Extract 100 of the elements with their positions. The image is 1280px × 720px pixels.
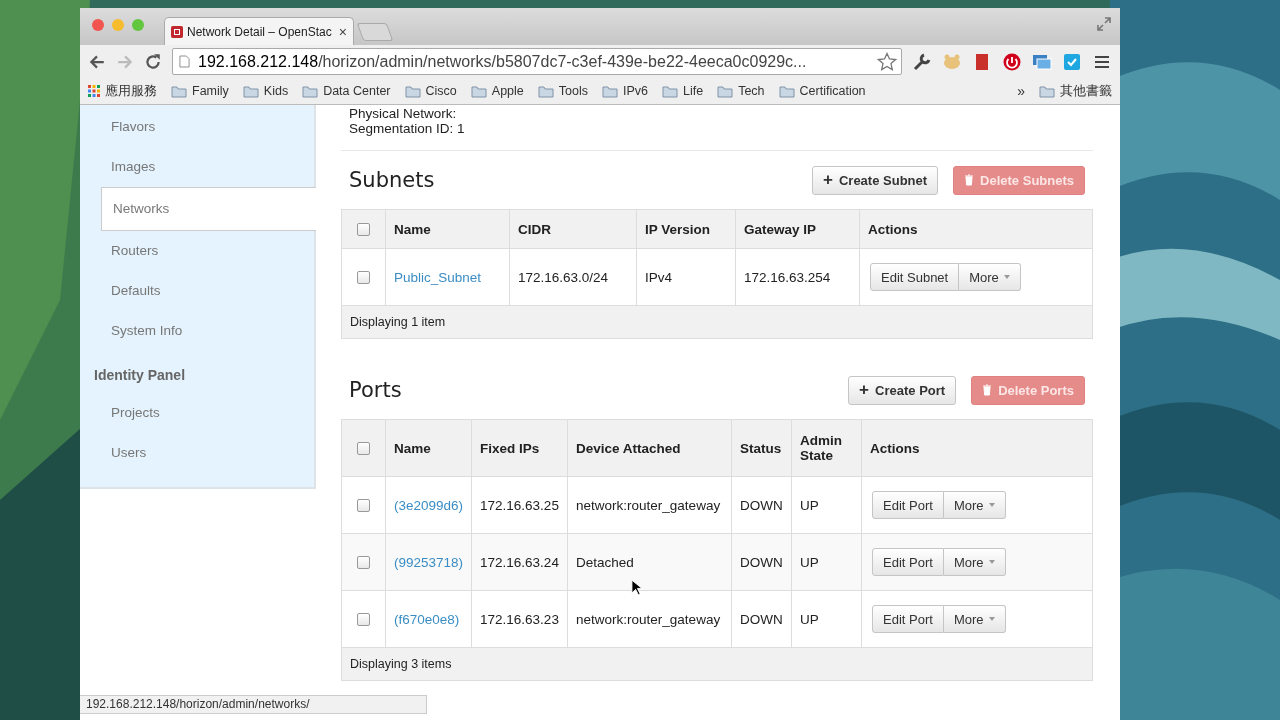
folder-icon bbox=[242, 84, 259, 98]
bookmark-label: Tools bbox=[558, 84, 588, 98]
name-link[interactable]: (f670e0e8) bbox=[394, 611, 460, 627]
bookmark-label: Cisco bbox=[425, 84, 457, 98]
table-cell: 172.16.63.24 bbox=[480, 554, 559, 570]
sidebar-item[interactable]: Images bbox=[80, 147, 314, 187]
sidebar-item[interactable]: Flavors bbox=[80, 107, 314, 147]
edit-button[interactable]: Edit Port bbox=[872, 605, 944, 633]
bookmark-label: Family bbox=[192, 84, 229, 98]
more-button[interactable]: More bbox=[943, 548, 1006, 576]
caret-icon bbox=[1003, 275, 1010, 279]
sidebar-item[interactable]: Routers bbox=[80, 231, 314, 271]
create-button[interactable]: + Create Port bbox=[848, 375, 957, 405]
name-link[interactable]: (3e2099d6) bbox=[394, 497, 464, 513]
table-footer-text: Displaying 3 items bbox=[350, 657, 452, 671]
edit-button[interactable]: Edit Subnet bbox=[870, 263, 960, 291]
bookmark-folder[interactable]: Data Center bbox=[302, 84, 391, 98]
status-bar: 192.168.212.148/horizon/admin/networks/ bbox=[80, 695, 427, 714]
bookmark-label: Kids bbox=[263, 84, 289, 98]
bookmark-folder[interactable]: Certification bbox=[778, 84, 866, 98]
column-header: Name bbox=[394, 221, 431, 237]
sidebar-item[interactable]: Users bbox=[80, 433, 314, 473]
column-header: CIDR bbox=[518, 221, 551, 237]
bookmark-folder[interactable]: Apple bbox=[470, 84, 524, 98]
bookmark-label: Apple bbox=[491, 84, 524, 98]
tab-close-button[interactable]: × bbox=[338, 23, 347, 40]
apps-grid-icon bbox=[88, 85, 100, 97]
table-cell: network:router_gateway bbox=[576, 611, 721, 627]
checkmark-icon[interactable] bbox=[1062, 51, 1082, 72]
bookmark-label: 其他書籤 bbox=[1060, 82, 1112, 100]
tab-title: Network Detail – OpenStac bbox=[187, 24, 333, 39]
wrench-icon[interactable] bbox=[912, 51, 932, 72]
row-checkbox[interactable] bbox=[357, 613, 370, 627]
bookmark-label: Data Center bbox=[323, 84, 391, 98]
folder-icon bbox=[602, 84, 618, 98]
table-cell: IPv4 bbox=[645, 269, 672, 285]
folder-icon bbox=[537, 84, 554, 98]
more-button[interactable]: More bbox=[959, 263, 1021, 291]
browser-tab[interactable]: Network Detail – OpenStac × bbox=[164, 17, 354, 45]
table-cell: 172.16.63.254 bbox=[744, 269, 831, 285]
table-cell: UP bbox=[800, 611, 819, 627]
row-checkbox[interactable] bbox=[357, 271, 370, 285]
bookmark-folder[interactable]: Family bbox=[171, 84, 229, 98]
bookmark-label: IPv6 bbox=[623, 84, 648, 98]
trash-icon bbox=[964, 174, 975, 186]
column-header: Fixed IPs bbox=[480, 440, 540, 456]
column-header: Gateway IP bbox=[744, 221, 817, 237]
address-bar[interactable]: 192.168.212.148/horizon/admin/networks/b5807dc7-c3ef-439e-be22-4eeca0c0929c... bbox=[172, 48, 902, 75]
sidebar-item[interactable]: Projects bbox=[80, 393, 314, 433]
folder-icon bbox=[662, 84, 678, 98]
edit-button[interactable]: Edit Port bbox=[872, 548, 944, 576]
bookmark-folder[interactable]: 其他書籤 bbox=[1039, 82, 1112, 100]
bookmark-folder[interactable]: Tools bbox=[537, 84, 588, 98]
column-header: IP Version bbox=[645, 221, 711, 237]
bookmark-label: Certification bbox=[799, 84, 866, 98]
row-checkbox[interactable] bbox=[357, 499, 370, 513]
bookmark-folder[interactable]: Kids bbox=[242, 84, 289, 98]
detail-text: Physical Network: bbox=[349, 106, 458, 121]
bookmark-label: Life bbox=[683, 84, 704, 98]
table-cell: Detached bbox=[576, 554, 634, 570]
bookmarks-overflow-button[interactable]: » bbox=[1017, 83, 1025, 99]
folder-icon bbox=[717, 84, 734, 98]
bookmark-folder[interactable]: Life bbox=[662, 84, 704, 98]
sidebar-item[interactable]: Defaults bbox=[80, 271, 314, 311]
table-cell: DOWN bbox=[740, 611, 783, 627]
column-header: Actions bbox=[870, 440, 920, 456]
star-icon[interactable] bbox=[877, 51, 897, 72]
table-footer-text: Displaying 1 item bbox=[350, 315, 446, 329]
apps-bookmark[interactable]: 應用服務 bbox=[88, 82, 157, 100]
bookmark-folder[interactable]: Cisco bbox=[404, 84, 457, 98]
edit-button[interactable]: Edit Port bbox=[872, 491, 944, 519]
sidebar-item[interactable]: Networks bbox=[101, 187, 316, 231]
new-tab-button[interactable] bbox=[356, 23, 394, 41]
bookmark-folder[interactable]: IPv6 bbox=[602, 84, 648, 98]
zoom-window-button[interactable] bbox=[132, 18, 144, 31]
reload-icon[interactable] bbox=[144, 52, 162, 71]
page-icon bbox=[179, 55, 190, 68]
folder-icon bbox=[302, 84, 319, 98]
bookmark-label: Tech bbox=[738, 84, 765, 98]
stop-icon[interactable] bbox=[1002, 51, 1022, 72]
fullscreen-icon[interactable] bbox=[1096, 16, 1112, 32]
create-button[interactable]: + Create Subnet bbox=[812, 165, 939, 195]
name-link[interactable]: Public_Subnet bbox=[394, 269, 482, 285]
close-window-button[interactable] bbox=[92, 18, 104, 31]
table-cell: 172.16.63.23 bbox=[480, 611, 559, 627]
table-cell: UP bbox=[800, 554, 819, 570]
section-title: Subnets bbox=[349, 168, 435, 192]
folder-icon bbox=[404, 84, 421, 98]
sidebar-item[interactable]: System Info bbox=[80, 311, 314, 351]
caret-icon bbox=[988, 560, 995, 564]
table-cell: 172.16.63.25 bbox=[480, 497, 559, 513]
row-checkbox[interactable] bbox=[357, 556, 370, 570]
select-all-checkbox[interactable] bbox=[357, 442, 370, 456]
more-button[interactable]: More bbox=[943, 491, 1006, 519]
table-cell: DOWN bbox=[740, 497, 783, 513]
detail-text: Segmentation ID: 1 bbox=[349, 121, 466, 136]
more-button[interactable]: More bbox=[943, 605, 1006, 633]
sidebar-heading: Identity Panel bbox=[93, 366, 187, 385]
bookmark-folder[interactable]: Tech bbox=[717, 84, 765, 98]
select-all-checkbox[interactable] bbox=[357, 223, 370, 237]
